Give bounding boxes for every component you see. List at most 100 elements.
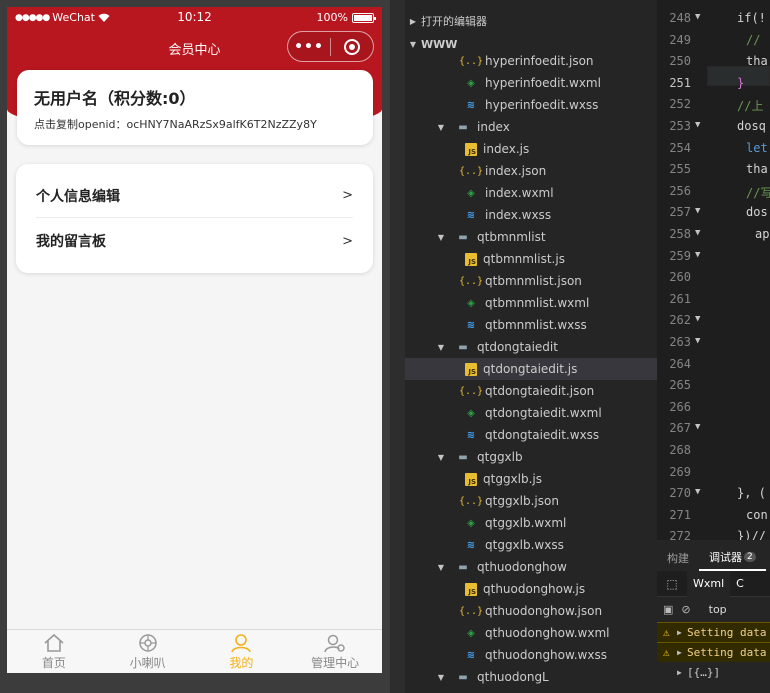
tree-file[interactable]: ≋ qtggxlb.wxss xyxy=(405,534,657,556)
code-line: con xyxy=(746,507,768,522)
menu-item-label: 个人信息编辑 xyxy=(36,188,120,205)
tree-item-label: qtggxlb.wxml xyxy=(485,516,567,530)
menu-item-profile-edit[interactable]: 个人信息编辑 > xyxy=(36,174,353,218)
tree-item-label: index.wxml xyxy=(485,186,554,200)
tab-build[interactable]: 构建 xyxy=(657,550,699,566)
tree-item-label: qtggxlb.json xyxy=(485,494,559,508)
console-message[interactable]: ▶ [{…}] xyxy=(657,662,770,682)
tree-file[interactable]: ◈ qthuodonghow.wxml xyxy=(405,622,657,644)
line-number: 267 xyxy=(669,421,691,436)
tree-folder[interactable]: ▼ ▬ qthuodongL xyxy=(405,666,657,688)
tree-folder[interactable]: ▼ ▬ index xyxy=(405,116,657,138)
line-number: 265 xyxy=(669,378,691,393)
tree-file[interactable]: {..} qthuodonghow.json xyxy=(405,600,657,622)
tree-file[interactable]: ◈ qtbmnmlist.wxml xyxy=(405,292,657,314)
inspect-icon[interactable]: ⬚ xyxy=(657,577,687,591)
admin-icon xyxy=(324,632,346,654)
tab-console[interactable]: C xyxy=(730,577,750,590)
console-warning[interactable]: ⚠ ▶ Setting data xyxy=(657,642,770,662)
expand-icon[interactable]: ▶ xyxy=(677,628,687,637)
sidebar-toggle-icon[interactable]: ▣ xyxy=(663,603,673,616)
js-file-icon: JS xyxy=(465,472,477,486)
tree-file[interactable]: ≋ index.wxss xyxy=(405,204,657,226)
code-line: let xyxy=(746,140,768,155)
chevron-down-icon[interactable]: ▼ xyxy=(435,123,447,132)
tree-file[interactable]: ◈ qtggxlb.wxml xyxy=(405,512,657,534)
code-line: tha xyxy=(746,162,768,177)
tree-item-label: index.wxss xyxy=(485,208,552,222)
line-number: 253 xyxy=(669,119,691,133)
tree-file[interactable]: JS qtggxlb.js xyxy=(405,468,657,490)
tree-folder[interactable]: ▼ ▬ qtggxlb xyxy=(405,446,657,468)
expand-icon[interactable]: ▶ xyxy=(677,668,687,677)
tree-item-label: hyperinfoedit.wxml xyxy=(485,76,601,90)
tree-file[interactable]: JS index.js xyxy=(405,138,657,160)
fold-chevron-icon[interactable]: ▼ xyxy=(695,206,700,216)
chevron-right-icon: ▶ xyxy=(409,16,417,26)
chevron-down-icon[interactable]: ▼ xyxy=(435,233,447,242)
tab-speaker[interactable]: 小喇叭 xyxy=(101,630,195,673)
tree-file[interactable]: {..} qtdongtaiedit.json xyxy=(405,380,657,402)
chevron-down-icon[interactable]: ▼ xyxy=(435,563,447,572)
code-editor[interactable]: 248 ▼ if(! 249 // 250 tha 251} 252 //上 253 ▼ dosq 254… xyxy=(657,0,770,540)
fold-chevron-icon[interactable]: ▼ xyxy=(695,228,700,238)
tree-file[interactable]: ≋ qthuodonghow.wxss xyxy=(405,644,657,666)
expand-icon[interactable]: ▶ xyxy=(677,648,687,657)
fold-chevron-icon[interactable]: ▼ xyxy=(695,487,700,497)
tree-folder[interactable]: ▼ ▬ qthuodonghow xyxy=(405,556,657,578)
tree-file[interactable]: JS qtbmnmlist.js xyxy=(405,248,657,270)
wxml-file-icon: ◈ xyxy=(467,297,475,309)
chevron-down-icon[interactable]: ▼ xyxy=(435,673,447,682)
close-miniprogram-button[interactable] xyxy=(331,38,373,55)
line-number: 252 xyxy=(669,97,691,112)
fold-chevron-icon[interactable]: ▼ xyxy=(695,250,700,260)
tree-file[interactable]: {..} hyperinfoedit.json xyxy=(405,50,657,72)
tree-file[interactable]: {..} qtggxlb.json xyxy=(405,490,657,512)
tab-admin[interactable]: 管理中心 xyxy=(288,630,382,673)
json-file-icon: {..} xyxy=(458,55,484,67)
tree-folder[interactable]: ▼ ▬ qtbmnmlist xyxy=(405,226,657,248)
tree-file[interactable]: {..} index.json xyxy=(405,160,657,182)
tree-file[interactable]: ≋ qtdongtaiedit.wxss xyxy=(405,424,657,446)
tree-file[interactable]: ◈ qtdongtaiedit.wxml xyxy=(405,402,657,424)
tree-folder[interactable]: ▼ ▬ qtdongtaiedit xyxy=(405,336,657,358)
copy-openid-link[interactable]: 点击复制openid：ocHNY7NaARzSx9alfK6T2NzZZy8Y xyxy=(34,116,317,132)
line-number: 271 xyxy=(669,507,691,522)
open-editors-section[interactable]: ▶ 打开的编辑器 xyxy=(405,10,657,32)
tab-mine[interactable]: 我的 xyxy=(195,630,289,673)
chevron-down-icon[interactable]: ▼ xyxy=(435,453,447,462)
tree-item-label: qtbmnmlist.js xyxy=(483,252,565,266)
fold-chevron-icon[interactable]: ▼ xyxy=(695,120,700,130)
fold-chevron-icon[interactable]: ▼ xyxy=(695,12,700,22)
tree-file[interactable]: ≋ qtbmnmlist.wxss xyxy=(405,314,657,336)
menu-item-message-board[interactable]: 我的留言板 > xyxy=(36,219,353,263)
console-text: [{…}] xyxy=(687,665,721,679)
more-button[interactable]: ••• xyxy=(288,39,330,55)
clear-console-icon[interactable]: ⊘ xyxy=(681,603,690,616)
tree-file[interactable]: JS qthuodonghow.js xyxy=(405,578,657,600)
tree-file[interactable]: ◈ hyperinfoedit.wxml xyxy=(405,72,657,94)
wxml-file-icon: ◈ xyxy=(467,407,475,419)
fold-chevron-icon[interactable]: ▼ xyxy=(695,422,700,432)
tree-file[interactable]: ◈ index.wxml xyxy=(405,182,657,204)
tree-file[interactable]: {..} qtbmnmlist.json xyxy=(405,270,657,292)
tab-debugger[interactable]: 调试器 2 xyxy=(699,545,766,571)
tree-item-label: qtbmnmlist.json xyxy=(485,274,582,288)
section-title: WWW xyxy=(421,37,458,51)
tree-file[interactable]: JS qtdongtaiedit.js xyxy=(405,358,657,380)
console-warning[interactable]: ⚠ ▶ Setting data xyxy=(657,622,770,642)
tree-file[interactable]: ≋ hyperinfoedit.wxss xyxy=(405,94,657,116)
fold-chevron-icon[interactable]: ▼ xyxy=(695,314,700,324)
tab-label: 调试器 xyxy=(709,551,742,564)
context-selector[interactable]: top xyxy=(709,603,727,616)
js-file-icon: JS xyxy=(465,252,477,266)
tab-wxml[interactable]: Wxml xyxy=(687,570,731,597)
fold-chevron-icon[interactable]: ▼ xyxy=(695,336,700,346)
line-number: 254 xyxy=(669,140,691,155)
tree-item-label: qthuodonghow.js xyxy=(483,582,586,596)
battery-icon xyxy=(352,12,376,23)
tab-home[interactable]: 首页 xyxy=(7,630,101,673)
chevron-down-icon[interactable]: ▼ xyxy=(435,343,447,352)
menu-card: 个人信息编辑 > 我的留言板 > xyxy=(16,164,373,273)
devtools-subtabs: ⬚ Wxml C xyxy=(657,570,770,597)
